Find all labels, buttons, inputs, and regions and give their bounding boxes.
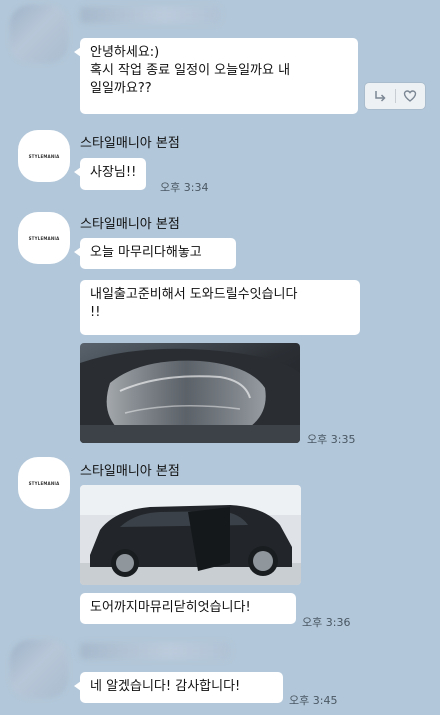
like-button[interactable] <box>398 85 422 107</box>
sender-name-2: 스타일매니아 본점 <box>80 217 180 232</box>
user-name-bottom <box>80 643 230 659</box>
message-time-2: 오후 3:35 <box>307 433 356 446</box>
action-divider <box>394 89 396 103</box>
message-bubble-finish-today[interactable]: 오늘 마무리다해놓고 <box>74 238 236 269</box>
message-bubble-thanks[interactable]: 네 알겠습니다! 감사합니다! <box>74 672 283 703</box>
car-door-photo[interactable] <box>80 485 301 585</box>
message-time-3: 오후 3:36 <box>302 616 351 629</box>
heart-outline-icon <box>404 90 417 102</box>
shop-avatar-2[interactable]: STYLEMANIA <box>18 212 70 264</box>
message-time-1: 오후 3:34 <box>160 181 209 194</box>
user-name-top <box>80 7 220 23</box>
message-time-4: 오후 3:45 <box>289 694 338 707</box>
car-door-image <box>80 485 301 585</box>
message-bubble-release-tomorrow[interactable]: 내일출고준비해서 도와드릴수잇습니다 !! <box>80 280 360 335</box>
reply-arrow-icon <box>375 91 386 102</box>
message-bubble-schedule-question[interactable]: 안녕하세요:) 혹시 작업 종료 일정이 오늘일까요 내 일일까요?? <box>74 38 358 114</box>
message-bubble-boss[interactable]: 사장님!! <box>73 158 147 190</box>
message-bubble-door-closed[interactable]: 도어까지마뮤리닫히엇습니다! <box>80 593 296 624</box>
car-wrapped-photo[interactable] <box>80 343 300 443</box>
sender-name-1: 스타일매니아 본점 <box>80 136 180 151</box>
shop-avatar-1[interactable]: STYLEMANIA <box>18 130 70 182</box>
shop-logo-mark: STYLEMANIA <box>28 153 60 159</box>
car-wrapped-image <box>80 343 300 443</box>
shop-logo-mark: STYLEMANIA <box>28 235 60 241</box>
user-avatar-bottom[interactable] <box>10 640 68 698</box>
shop-avatar-3[interactable]: STYLEMANIA <box>18 457 70 509</box>
shop-logo-mark: STYLEMANIA <box>28 480 60 486</box>
sender-name-3: 스타일매니아 본점 <box>80 464 180 479</box>
user-avatar-top[interactable] <box>10 5 68 63</box>
message-action-box <box>365 83 425 109</box>
reply-button[interactable] <box>368 85 392 107</box>
